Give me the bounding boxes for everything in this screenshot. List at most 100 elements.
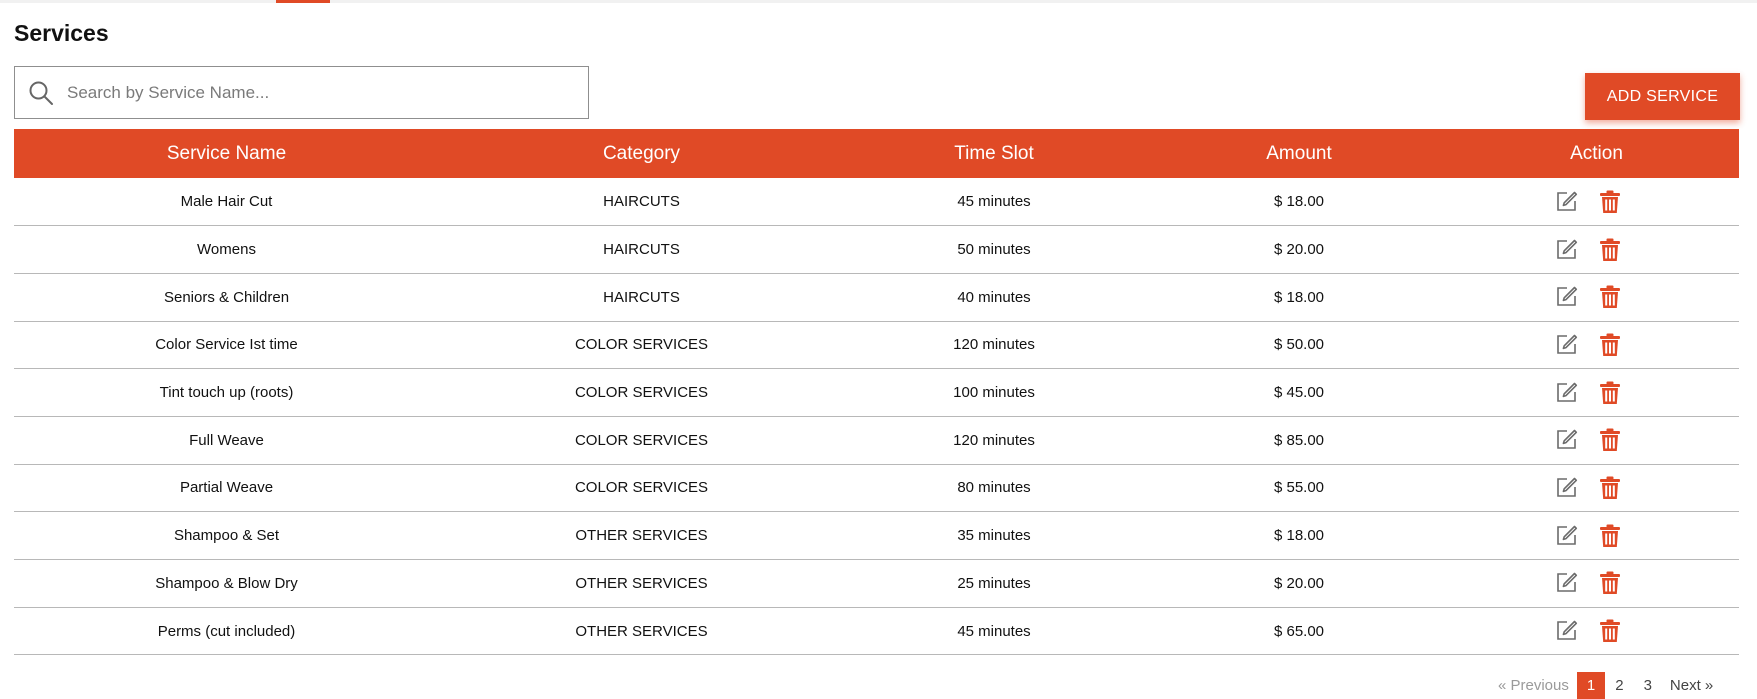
table-row: Partial Weave COLOR SERVICES 80 minutes $ 5… <box>14 464 1739 512</box>
column-header-category: Category <box>602 142 681 164</box>
table-row: Seniors & Children HAIRCUTS 40 minutes $ 18… <box>14 273 1739 322</box>
cell-time-slot: 120 minutes <box>953 336 1035 354</box>
table-row: Shampoo & Set OTHER SERVICES 35 minutes $ 1… <box>14 512 1739 560</box>
cell-actions <box>1454 512 1739 560</box>
pagination: « Previous 1 2 3 Next » <box>1490 672 1721 699</box>
cell-category: HAIRCUTS <box>603 288 680 306</box>
table-header-row: Service Name Category Time Slot Amount A… <box>14 129 1739 178</box>
cell-service-name: Shampoo & Blow Dry <box>155 574 298 592</box>
trash-icon[interactable] <box>1599 619 1620 643</box>
cell-amount: $ 85.00 <box>1273 431 1325 449</box>
trash-icon[interactable] <box>1599 190 1620 214</box>
edit-icon[interactable] <box>1554 190 1578 214</box>
cell-amount: $ 20.00 <box>1273 574 1325 592</box>
cell-time-slot: 45 minutes <box>957 622 1031 640</box>
cell-category: HAIRCUTS <box>603 241 680 259</box>
cell-category: COLOR SERVICES <box>574 384 709 402</box>
trash-icon[interactable] <box>1599 524 1620 548</box>
cell-amount: $ 45.00 <box>1273 384 1325 402</box>
table-row: Tint touch up (roots) COLOR SERVICES 100 m… <box>14 369 1739 417</box>
cell-category: COLOR SERVICES <box>574 431 709 449</box>
search-box[interactable] <box>14 66 589 119</box>
edit-icon[interactable] <box>1554 285 1578 309</box>
cell-amount: $ 65.00 <box>1273 622 1325 640</box>
table-row: Womens HAIRCUTS 50 minutes $ 20.00 <box>14 226 1739 274</box>
cell-category: OTHER SERVICES <box>575 622 708 640</box>
cell-actions <box>1454 369 1739 417</box>
cell-service-name: Full Weave <box>189 431 264 449</box>
cell-category: HAIRCUTS <box>603 193 680 211</box>
cell-service-name: Womens <box>197 241 256 259</box>
cell-amount: $ 20.00 <box>1273 241 1325 259</box>
trash-icon[interactable] <box>1599 238 1620 262</box>
column-header-service-name: Service Name <box>166 142 287 164</box>
trash-icon[interactable] <box>1599 571 1620 595</box>
page-title: Services <box>14 20 109 46</box>
edit-icon[interactable] <box>1554 381 1578 405</box>
table-row: Color Service Ist time COLOR SERVICES 120 … <box>14 321 1739 369</box>
search-input[interactable] <box>67 67 588 118</box>
cell-actions <box>1454 560 1739 608</box>
trash-icon[interactable] <box>1599 381 1620 405</box>
cell-time-slot: 120 minutes <box>953 431 1035 449</box>
pagination-previous[interactable]: « Previous <box>1490 677 1577 694</box>
table-row: Full Weave COLOR SERVICES 120 minutes $ 85.… <box>14 416 1739 465</box>
column-header-time-slot: Time Slot <box>954 142 1034 164</box>
pagination-page-3[interactable]: 3 <box>1634 672 1662 699</box>
edit-icon[interactable] <box>1554 571 1578 595</box>
cell-category: COLOR SERVICES <box>574 336 709 354</box>
edit-icon[interactable] <box>1554 238 1578 262</box>
cell-actions <box>1454 416 1739 464</box>
edit-icon[interactable] <box>1554 476 1578 500</box>
cell-actions <box>1454 607 1739 655</box>
cell-service-name: Seniors & Children <box>163 288 290 306</box>
cell-amount: $ 50.00 <box>1273 336 1325 354</box>
cell-actions <box>1454 273 1739 321</box>
cell-actions <box>1454 178 1739 226</box>
cell-service-name: Perms (cut included) <box>157 622 296 640</box>
trash-icon[interactable] <box>1599 333 1620 357</box>
cell-time-slot: 100 minutes <box>953 384 1035 402</box>
column-header-amount: Amount <box>1266 142 1332 164</box>
search-icon <box>15 67 67 118</box>
trash-icon[interactable] <box>1599 285 1620 309</box>
cell-category: OTHER SERVICES <box>575 574 708 592</box>
cell-time-slot: 25 minutes <box>957 574 1031 592</box>
active-tab-indicator <box>276 0 330 3</box>
add-service-button[interactable]: ADD SERVICE <box>1585 73 1740 120</box>
cell-service-name: Tint touch up (roots) <box>159 384 294 402</box>
edit-icon[interactable] <box>1554 428 1578 452</box>
edit-icon[interactable] <box>1554 333 1578 357</box>
edit-icon[interactable] <box>1554 524 1578 548</box>
cell-actions <box>1454 226 1739 274</box>
pagination-page-1[interactable]: 1 <box>1576 672 1606 699</box>
top-nav-strip <box>0 0 1757 3</box>
trash-icon[interactable] <box>1599 476 1620 500</box>
cell-time-slot: 80 minutes <box>957 479 1031 497</box>
cell-actions <box>1454 464 1739 512</box>
cell-service-name: Shampoo & Set <box>173 527 280 545</box>
table-row: Shampoo & Blow Dry OTHER SERVICES 25 minut… <box>14 560 1739 608</box>
cell-category: COLOR SERVICES <box>574 479 709 497</box>
cell-service-name: Male Hair Cut <box>180 193 273 211</box>
cell-time-slot: 35 minutes <box>957 527 1031 545</box>
cell-service-name: Color Service Ist time <box>155 336 298 354</box>
edit-icon[interactable] <box>1554 619 1578 643</box>
cell-actions <box>1454 321 1739 369</box>
pagination-next[interactable]: Next » <box>1662 677 1721 694</box>
services-table: Service Name Category Time Slot Amount A… <box>14 129 1739 655</box>
table-row: Male Hair Cut HAIRCUTS 45 minutes $ 18.00 <box>14 178 1739 226</box>
cell-time-slot: 50 minutes <box>957 241 1031 259</box>
pagination-page-2[interactable]: 2 <box>1605 672 1633 699</box>
column-header-action: Action <box>1570 142 1623 164</box>
trash-icon[interactable] <box>1599 428 1620 452</box>
table-row: Perms (cut included) OTHER SERVICES 45 min… <box>14 607 1739 655</box>
cell-amount: $ 18.00 <box>1273 193 1325 211</box>
cell-time-slot: 45 minutes <box>957 193 1031 211</box>
cell-amount: $ 18.00 <box>1273 288 1325 306</box>
cell-time-slot: 40 minutes <box>957 288 1031 306</box>
cell-amount: $ 18.00 <box>1273 527 1325 545</box>
cell-service-name: Partial Weave <box>179 479 274 497</box>
cell-amount: $ 55.00 <box>1273 479 1325 497</box>
cell-category: OTHER SERVICES <box>575 527 708 545</box>
